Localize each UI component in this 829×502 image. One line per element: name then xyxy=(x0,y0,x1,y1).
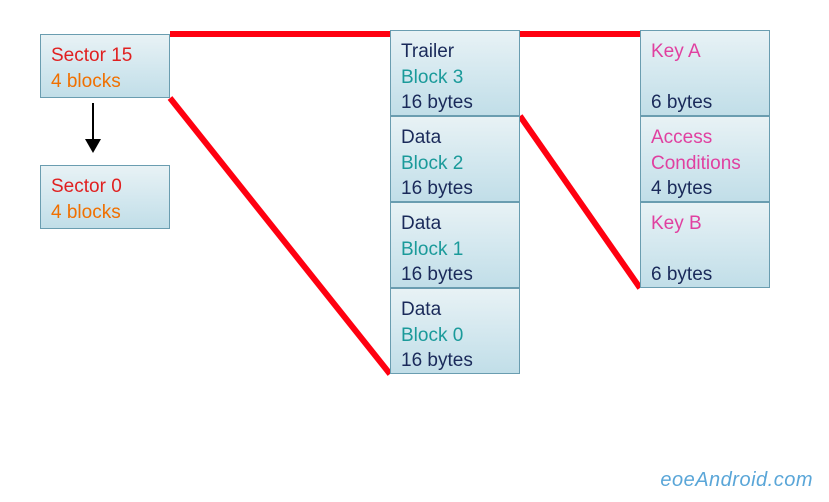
sector-15-title: Sector 15 xyxy=(51,43,159,69)
access-size: 4 bytes xyxy=(651,176,759,202)
block-0-name: Block 0 xyxy=(401,323,509,349)
key-a-size: 6 bytes xyxy=(651,90,759,116)
block-1-role: Data xyxy=(401,211,509,237)
block-2-role: Data xyxy=(401,125,509,151)
block-3-role: Trailer xyxy=(401,39,509,65)
access-l1: Access xyxy=(651,125,759,151)
access-conditions-box: Access Conditions 4 bytes xyxy=(640,116,770,202)
key-a-label: Key A xyxy=(651,39,759,65)
block-0-role: Data xyxy=(401,297,509,323)
sector-0-box: Sector 0 4 blocks xyxy=(40,165,170,229)
sector-0-title: Sector 0 xyxy=(51,174,159,200)
down-arrow-icon xyxy=(92,103,94,151)
sector-0-sub: 4 blocks xyxy=(51,200,159,226)
block-0-box: Data Block 0 16 bytes xyxy=(390,288,520,374)
key-b-label: Key B xyxy=(651,211,759,237)
block-1-size: 16 bytes xyxy=(401,262,509,288)
key-a-box: Key A 6 bytes xyxy=(640,30,770,116)
block-3-name: Block 3 xyxy=(401,65,509,91)
block-0-size: 16 bytes xyxy=(401,348,509,374)
block-3-size: 16 bytes xyxy=(401,90,509,116)
block-2-name: Block 2 xyxy=(401,151,509,177)
key-b-size: 6 bytes xyxy=(651,262,759,288)
block-1-box: Data Block 1 16 bytes xyxy=(390,202,520,288)
sector-15-sub: 4 blocks xyxy=(51,69,159,95)
watermark-text: eoeAndroid.com xyxy=(660,469,813,492)
block-2-box: Data Block 2 16 bytes xyxy=(390,116,520,202)
block-1-name: Block 1 xyxy=(401,237,509,263)
access-l2: Conditions xyxy=(651,151,759,177)
block-2-size: 16 bytes xyxy=(401,176,509,202)
block-3-box: Trailer Block 3 16 bytes xyxy=(390,30,520,116)
sector-15-box: Sector 15 4 blocks xyxy=(40,34,170,98)
key-b-box: Key B 6 bytes xyxy=(640,202,770,288)
